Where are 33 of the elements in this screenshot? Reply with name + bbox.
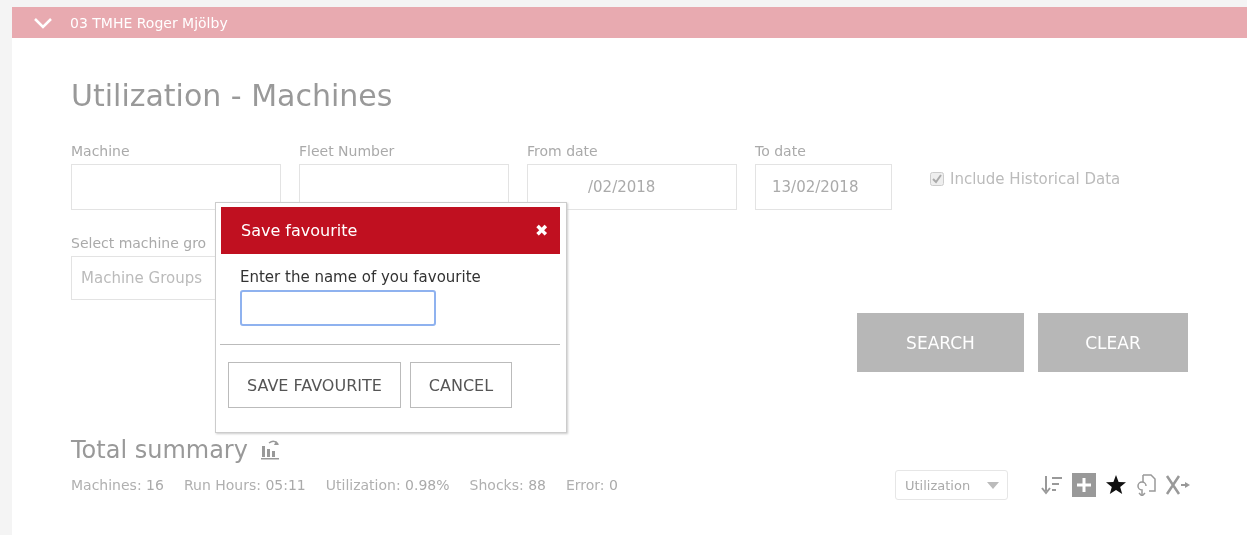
summary-stat: Run Hours: 05:11 [183,477,306,493]
add-icon[interactable] [1072,473,1096,497]
save-favourite-button[interactable]: SAVE FAVOURITE [228,362,401,408]
input-field[interactable]: 13/02/2018 [755,164,892,210]
header-title: 03 TMHE Roger Mjölby [70,14,228,31]
summary-stat: Utilization: 0.98% [325,477,450,493]
search-button[interactable]: SEARCH [857,313,1024,372]
field-label: To date [755,142,807,160]
dialog-title: Save favourite [241,221,358,240]
excel-export-icon[interactable] [1165,474,1191,496]
summary-stat: Error: 0 [566,477,618,493]
clear-button[interactable]: CLEAR [1038,313,1188,372]
field-label: Select machine gro [71,234,208,252]
input-field[interactable] [71,164,281,210]
star-icon[interactable] [1105,474,1127,496]
close-button[interactable]: ✖ [535,221,548,240]
field-label: Fleet Number [299,142,396,160]
summary-stat: Machines: 16 [71,477,164,493]
field-label: From date [527,142,599,160]
section-title: Total summary [71,436,248,464]
caret-icon[interactable] [987,481,999,489]
cancel-button[interactable]: CANCEL [409,362,513,408]
input-field[interactable]: /02/2018 [527,164,737,210]
sort-icon[interactable] [1041,475,1063,495]
header-bar[interactable]: 03 TMHE Roger Mjölby [12,7,1247,38]
page-title: Utilization - Machines [71,77,394,115]
field-label: Machine [71,142,131,160]
checkbox-label: Include Historical Data [950,170,1121,188]
document-refresh-icon[interactable] [1136,474,1156,496]
summary-stat: Shocks: 88 [469,477,546,493]
view-select[interactable]: Utilization [895,470,1008,500]
bar-chart-icon[interactable] [259,439,282,461]
name-input-field[interactable] [240,290,436,326]
